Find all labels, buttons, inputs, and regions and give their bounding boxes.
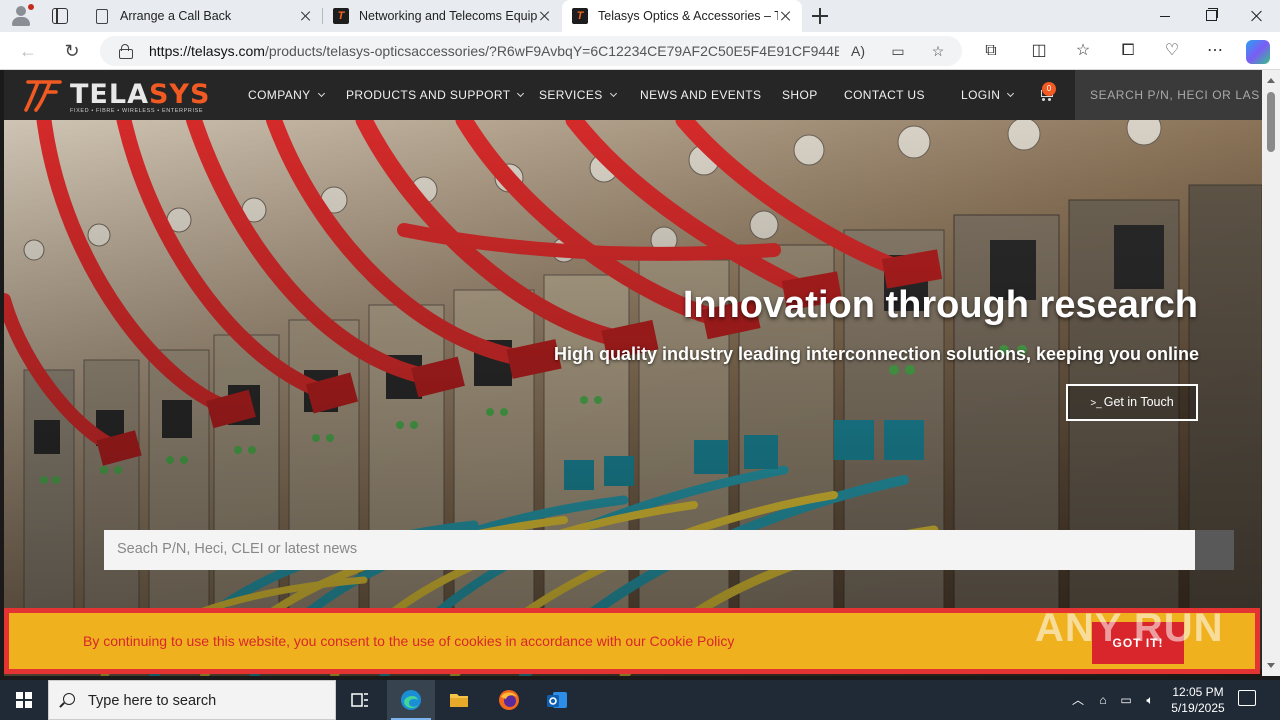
browser-essentials-icon[interactable]: ♡ bbox=[1161, 41, 1183, 61]
folder-icon bbox=[450, 694, 468, 707]
tab-actions-icon[interactable] bbox=[52, 8, 68, 24]
more-options-icon[interactable]: ⋯ bbox=[1204, 41, 1226, 61]
immersive-reader-icon[interactable]: ▭ bbox=[888, 42, 908, 60]
browser-tab-bar: Arrange a Call Back T Networking and Tel… bbox=[0, 0, 1280, 32]
close-tab-icon[interactable] bbox=[537, 8, 553, 24]
close-window-icon[interactable] bbox=[1234, 0, 1280, 32]
hero-title: Innovation through research bbox=[682, 284, 1198, 326]
hero-search-button[interactable] bbox=[1195, 530, 1234, 570]
favorites-icon[interactable]: ☆ bbox=[1072, 41, 1094, 61]
document-icon bbox=[96, 8, 108, 24]
notifications-icon[interactable] bbox=[1238, 690, 1256, 706]
get-in-touch-button[interactable]: >_ Get in Touch bbox=[1066, 384, 1198, 421]
tab-title: Arrange a Call Back bbox=[120, 9, 232, 23]
scroll-up-icon[interactable] bbox=[1267, 78, 1275, 83]
extensions-icon[interactable]: ⧉ bbox=[980, 41, 1002, 61]
nav-shop[interactable]: SHOP bbox=[782, 88, 818, 102]
hero-search-input[interactable]: Seach P/N, Heci, CLEI or latest news bbox=[104, 530, 1195, 570]
taskbar-edge[interactable] bbox=[387, 680, 435, 720]
anyrun-watermark: ANY RUN bbox=[1035, 606, 1224, 650]
taskbar-firefox[interactable] bbox=[485, 680, 533, 720]
chevron-down-icon bbox=[517, 89, 525, 98]
hero-subtitle: High quality industry leading interconne… bbox=[553, 344, 1199, 364]
address-bar[interactable]: https://telasys.com/products/telasys-opt… bbox=[100, 36, 962, 66]
network-icon[interactable]: ▭ bbox=[1118, 692, 1134, 708]
task-view-icon bbox=[351, 693, 368, 707]
nav-products-and-support[interactable]: PRODUCTS AND SUPPORT bbox=[346, 88, 525, 102]
tab-title: Telasys Optics & Accessories – Te bbox=[598, 9, 778, 23]
web-page: Innovation through research High quality… bbox=[4, 70, 1262, 676]
page-scrollbar[interactable] bbox=[1262, 70, 1280, 676]
profile-icon[interactable] bbox=[8, 4, 34, 28]
clock-time: 12:05 PM bbox=[1172, 685, 1224, 699]
split-screen-icon[interactable]: ◫ bbox=[1028, 41, 1050, 61]
minimize-icon[interactable] bbox=[1142, 0, 1188, 32]
taskbar-file-explorer[interactable] bbox=[435, 680, 483, 720]
logo-tagline: FIXED • FIBRE • WIRELESS • ENTERPRISE bbox=[70, 108, 204, 114]
start-button[interactable] bbox=[0, 680, 48, 720]
reload-icon[interactable]: ↻ bbox=[60, 39, 84, 63]
chevron-down-icon bbox=[317, 89, 325, 98]
telasys-logo[interactable]: TELASYS FIXED • FIBRE • WIRELESS • ENTER… bbox=[24, 76, 209, 116]
nav-company[interactable]: COMPANY bbox=[248, 88, 325, 102]
taskbar-search-input[interactable]: Type here to search bbox=[48, 680, 336, 720]
task-view-button[interactable] bbox=[336, 680, 384, 720]
restore-icon[interactable] bbox=[1188, 0, 1234, 32]
show-hidden-icons-icon[interactable]: ︿ bbox=[1070, 692, 1086, 708]
hero-search-placeholder: Seach P/N, Heci, CLEI or latest news bbox=[117, 541, 358, 557]
tab-title: Networking and Telecoms Equipm bbox=[359, 9, 537, 23]
back-icon[interactable]: ← bbox=[16, 39, 40, 63]
windows-taskbar: Type here to search ︿ ⌂ ▭ 🔈︎ 12:05 PM 5/… bbox=[0, 680, 1280, 720]
hero-banner: Innovation through research High quality… bbox=[4, 120, 1262, 676]
edge-icon bbox=[401, 690, 421, 710]
taskbar-outlook[interactable] bbox=[533, 680, 581, 720]
cookie-consent-text: By continuing to use this website, you c… bbox=[83, 633, 735, 649]
close-tab-icon[interactable] bbox=[298, 8, 314, 24]
windows-logo-icon bbox=[16, 692, 32, 708]
browser-toolbar: ← ↻ https://telasys.com/products/telasys… bbox=[0, 32, 1280, 70]
nav-news-and-events[interactable]: NEWS AND EVENTS bbox=[640, 88, 761, 102]
header-search-input[interactable]: SEARCH P/N, HECI OR LAS bbox=[1075, 70, 1262, 120]
new-tab-icon[interactable] bbox=[808, 4, 832, 28]
url-text[interactable]: https://telasys.com/products/telasys-opt… bbox=[149, 43, 839, 59]
telasys-logo-mark-icon bbox=[24, 80, 62, 112]
outlook-icon bbox=[547, 692, 567, 708]
tab-networking-equipment[interactable]: T Networking and Telecoms Equipm bbox=[323, 0, 561, 32]
close-tab-icon[interactable] bbox=[778, 8, 794, 24]
system-clock[interactable]: 12:05 PM 5/19/2025 bbox=[1160, 684, 1236, 716]
chevron-down-icon bbox=[609, 89, 617, 98]
cart-count-badge: 0 bbox=[1042, 82, 1056, 96]
telasys-favicon-icon: T bbox=[572, 8, 588, 24]
nav-contact-us[interactable]: CONTACT US bbox=[844, 88, 925, 102]
site-header: TELASYS FIXED • FIBRE • WIRELESS • ENTER… bbox=[4, 70, 1262, 120]
favorite-star-icon[interactable]: ☆ bbox=[928, 42, 948, 60]
tab-telasys-optics[interactable]: T Telasys Optics & Accessories – Te bbox=[562, 0, 802, 32]
telasys-favicon-icon: T bbox=[333, 8, 349, 24]
read-aloud-icon[interactable]: A) bbox=[848, 42, 868, 60]
header-search-placeholder: SEARCH P/N, HECI OR LAS bbox=[1090, 88, 1260, 102]
get-in-touch-label: Get in Touch bbox=[1103, 395, 1174, 409]
firefox-icon bbox=[499, 690, 519, 710]
taskbar-search-placeholder: Type here to search bbox=[88, 693, 217, 709]
device-icon[interactable]: ⌂ bbox=[1095, 692, 1111, 708]
logo-text: TELASYS bbox=[70, 79, 211, 110]
chevron-down-icon bbox=[1007, 89, 1015, 98]
terminal-icon: >_ bbox=[1090, 398, 1102, 409]
scrollbar-thumb[interactable] bbox=[1267, 92, 1275, 152]
clock-date: 5/19/2025 bbox=[1171, 701, 1225, 715]
search-icon bbox=[63, 693, 75, 705]
nav-services[interactable]: SERVICES bbox=[539, 88, 617, 102]
nav-login[interactable]: LOGIN bbox=[961, 88, 1015, 102]
lock-icon[interactable] bbox=[119, 44, 133, 59]
tab-arrange-call-back[interactable]: Arrange a Call Back bbox=[84, 0, 322, 32]
volume-icon[interactable]: 🔈︎ bbox=[1142, 692, 1158, 708]
copilot-icon[interactable] bbox=[1246, 40, 1270, 64]
collections-icon[interactable]: ⧠ bbox=[1117, 41, 1139, 61]
scroll-down-icon[interactable] bbox=[1267, 663, 1275, 668]
